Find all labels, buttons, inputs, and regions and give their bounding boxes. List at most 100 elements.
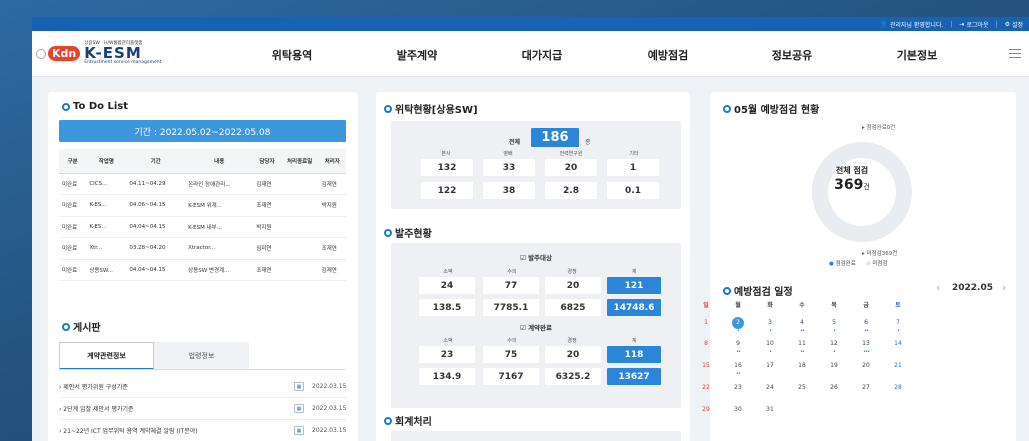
table-row[interactable]: 미완료 CICS... 04.11~04.29 온라인 장애관리... 김재연 김재연 — [59, 173, 346, 195]
calendar-day[interactable]: 27 — [856, 384, 876, 391]
calendar-day[interactable]: 28 — [888, 384, 908, 391]
nav-item-info-share[interactable]: 정보공유 — [772, 47, 812, 63]
todo-period-bar: 기간 : 2022.05.02~2022.05.08 — [59, 120, 346, 142]
undone-note: ▸ 미점검369건 — [862, 251, 898, 257]
calendar-day[interactable]: 20 — [856, 362, 876, 369]
entrust-box: 전체 186 종 본사 영배 전력연구원 기타 132 33 20 1 122 … — [391, 121, 681, 209]
calendar-day[interactable]: 24 — [760, 384, 780, 391]
event-dot-icon: ••• — [863, 349, 870, 355]
legend-done: ● 점검완료 — [829, 261, 856, 267]
nav-item-entrust[interactable]: 위탁용역 — [272, 47, 312, 63]
settings-link[interactable]: ⚙ 설정 — [1005, 20, 1023, 29]
todo-table: 구분 작업명 기간 내용 담당자 처리종료일 처리자 미완료 CICS... 04.… — [59, 149, 346, 281]
menu-icon[interactable] — [1009, 49, 1021, 61]
month-label: 2022.05 — [952, 283, 993, 293]
calendar-day[interactable]: 26 — [824, 384, 844, 391]
accounting-title: 회계처리 — [384, 413, 432, 428]
table-cell: 04.06~04.15 — [126, 194, 186, 217]
table-row[interactable]: 미완료 K-ES... 04.04~04.15 K-ESM 내부... 박지원 — [59, 216, 346, 238]
table-cell: 박지원 — [253, 216, 281, 238]
table-cell — [280, 194, 319, 217]
nav-item-basic-info[interactable]: 기본정보 — [897, 47, 937, 63]
nav-item-order[interactable]: 발주계약 — [397, 47, 437, 63]
table-cell — [280, 216, 319, 238]
calendar-day[interactable]: 3 — [760, 319, 780, 326]
calendar-day[interactable]: 23 — [728, 384, 748, 391]
table-cell: 상용SW 변경계... — [185, 259, 254, 281]
table-row[interactable]: 미완료 Xtr... 03.28~04.20 Xtractor... 임미연 조재연 — [59, 237, 346, 260]
schedule-title: 예방점검 일정 — [723, 283, 793, 298]
calendar-day[interactable]: 13 — [856, 340, 876, 347]
weekday-label: 수 — [799, 302, 805, 309]
order-title: 발주현황 — [384, 225, 432, 240]
table-cell — [280, 173, 319, 195]
calendar-day[interactable]: 8 — [696, 340, 716, 347]
calendar-day[interactable]: 31 — [760, 406, 780, 413]
event-dot-icon: •• — [736, 349, 741, 355]
table-cell: 미완료 — [59, 216, 87, 238]
donut-legend: ● 점검완료 ● 미점검 — [829, 259, 888, 267]
table-cell: 조재연 — [318, 237, 346, 260]
tab-law-info[interactable]: 법령정보 — [154, 342, 249, 370]
calendar-day[interactable]: 16 — [728, 362, 748, 369]
calendar-day[interactable]: 2 — [728, 319, 748, 326]
calendar-day[interactable]: 11 — [792, 340, 812, 347]
accounting-box — [391, 431, 681, 441]
calendar-icon: ▦ — [294, 382, 304, 391]
calendar-day[interactable]: 30 — [728, 406, 748, 413]
next-month-button[interactable]: › — [1002, 281, 1006, 294]
circle-bullet-icon — [384, 104, 392, 113]
app-window: 👤 관리자님 환영합니다. | ⇥ 로그아웃 | ⚙ 설정 Kdn 상용SW · H/… — [32, 17, 1029, 441]
calendar-day[interactable]: 5 — [824, 319, 844, 326]
table-cell: K-ES... — [86, 194, 127, 217]
calendar-day[interactable]: 17 — [760, 362, 780, 369]
table-row[interactable]: 미완료 상용SW... 04.04~04.15 상용SW 변경계... 조재연 김재연 — [59, 259, 346, 281]
calendar-day[interactable]: 12 — [824, 340, 844, 347]
col-header: 담당자 — [253, 149, 281, 174]
table-cell: 김재연 — [318, 259, 346, 281]
calendar-icon: ▦ — [294, 404, 304, 413]
calendar-day[interactable]: 1 — [696, 319, 716, 326]
tab-contract-info[interactable]: 계약관련정보 — [59, 342, 154, 370]
calendar-day[interactable]: 25 — [792, 384, 812, 391]
calendar-day[interactable]: 10 — [760, 340, 780, 347]
weekday-label: 월 — [735, 302, 741, 309]
donut-center-value: 369건 — [834, 177, 870, 193]
calendar-day[interactable]: 29 — [696, 406, 716, 413]
calendar-day[interactable]: 14 — [888, 340, 908, 347]
weekday-label: 화 — [767, 302, 773, 309]
user-greeting: 👤 관리자님 환영합니다. — [880, 20, 944, 29]
calendar-day[interactable]: 18 — [792, 362, 812, 369]
circle-bullet-icon — [384, 416, 392, 425]
calendar-day[interactable]: 19 — [824, 362, 844, 369]
top-utility-bar: 👤 관리자님 환영합니다. | ⇥ 로그아웃 | ⚙ 설정 — [32, 17, 1029, 31]
calendar-day[interactable]: 9 — [728, 340, 748, 347]
inspection-title: 05월 예방점검 현황 — [723, 101, 819, 116]
table-row[interactable]: 미완료 K-ES... 04.06~04.15 K-ESM 위계... 조재연 박지원 — [59, 194, 346, 217]
divider: | — [995, 20, 998, 28]
table-cell: K-ES... — [86, 216, 127, 238]
calendar-day[interactable]: 21 — [888, 362, 908, 369]
nav-item-payment[interactable]: 대가지급 — [522, 47, 562, 63]
calendar-day[interactable]: 15 — [696, 362, 716, 369]
col-header: 처리종료일 — [280, 149, 319, 174]
prev-month-button[interactable]: ‹ — [936, 281, 940, 294]
calendar-day[interactable]: 22 — [696, 384, 716, 391]
list-item[interactable]: › 2단계 입찰 제안서 평가기준 ▦ 2022.03.15 — [59, 398, 346, 420]
table-cell — [280, 237, 319, 260]
nav-item-inspection[interactable]: 예방점검 — [648, 47, 688, 63]
table-cell: 미완료 — [59, 173, 87, 195]
calendar-day[interactable]: 4 — [792, 319, 812, 326]
table-cell: 03.28~04.20 — [126, 237, 186, 260]
logout-link[interactable]: ⇥ 로그아웃 — [959, 20, 988, 29]
list-item[interactable]: › 제안서 평가위원 구성기준 ▦ 2022.03.15 — [59, 376, 346, 398]
circle-bullet-icon — [723, 286, 731, 295]
table-cell: 조재연 — [253, 194, 281, 217]
calendar-day[interactable]: 6 — [856, 319, 876, 326]
dot-icon: ● — [865, 261, 871, 267]
divider: | — [950, 20, 953, 28]
table-cell: 조재연 — [253, 259, 281, 281]
calendar-day[interactable]: 7 — [888, 319, 908, 326]
list-item[interactable]: › 21~22년 ICT 업무위탁 용역 계약체결 알림 (IT분야) ▦ 2022… — [59, 420, 346, 441]
done-note: ▸ 점검완료0건 — [862, 125, 896, 131]
